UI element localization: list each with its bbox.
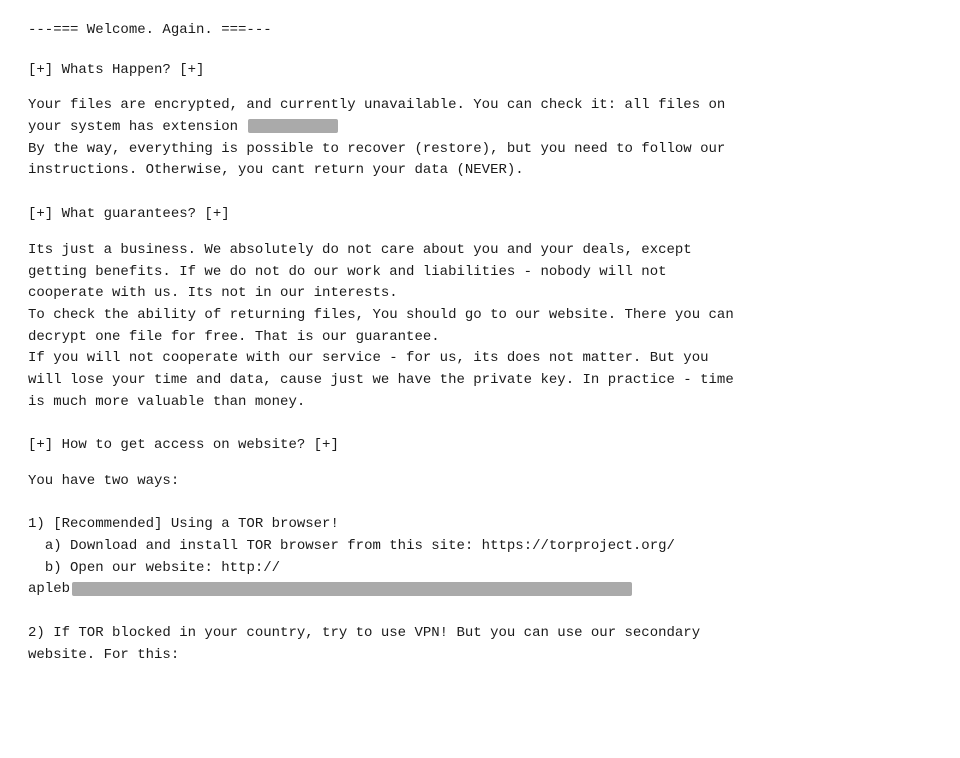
access-intro: You have two ways: bbox=[28, 473, 179, 489]
section-whats-happen: [+] Whats Happen? [+] Your files are enc… bbox=[28, 60, 932, 182]
whats-happen-body: Your files are encrypted, and currently … bbox=[28, 95, 932, 182]
guarantees-line8: is much more valuable than money. bbox=[28, 394, 305, 410]
access-onion-address: apleb bbox=[28, 581, 70, 597]
header: ---=== Welcome. Again. ===--- bbox=[28, 20, 932, 42]
redacted-extension bbox=[248, 119, 338, 133]
whats-happen-line2: your system has extension bbox=[28, 119, 246, 135]
header-text: ---=== Welcome. Again. ===--- bbox=[28, 22, 272, 38]
guarantees-line7: will lose your time and data, cause just… bbox=[28, 372, 734, 388]
main-content: ---=== Welcome. Again. ===--- [+] Whats … bbox=[28, 20, 932, 666]
whats-happen-line3: By the way, everything is possible to re… bbox=[28, 141, 725, 157]
whats-happen-line4: instructions. Otherwise, you cant return… bbox=[28, 162, 524, 178]
access-way2-line2: website. For this: bbox=[28, 647, 179, 663]
access-heading: [+] How to get access on website? [+] bbox=[28, 435, 932, 457]
access-body: You have two ways: 1) [Recommended] Usin… bbox=[28, 471, 932, 666]
guarantees-body: Its just a business. We absolutely do no… bbox=[28, 240, 932, 414]
guarantees-line6: If you will not cooperate with our servi… bbox=[28, 350, 709, 366]
guarantees-heading: [+] What guarantees? [+] bbox=[28, 204, 932, 226]
section-access: [+] How to get access on website? [+] Yo… bbox=[28, 435, 932, 666]
redacted-onion-url bbox=[72, 582, 632, 596]
section-guarantees: [+] What guarantees? [+] Its just a busi… bbox=[28, 204, 932, 413]
guarantees-line1: Its just a business. We absolutely do no… bbox=[28, 242, 692, 258]
whats-happen-heading: [+] Whats Happen? [+] bbox=[28, 60, 932, 82]
guarantees-line2: getting benefits. If we do not do our wo… bbox=[28, 264, 667, 280]
whats-happen-line1: Your files are encrypted, and currently … bbox=[28, 97, 725, 113]
access-way1-b: b) Open our website: http:// bbox=[28, 560, 280, 576]
guarantees-line3: cooperate with us. Its not in our intere… bbox=[28, 285, 398, 301]
guarantees-line5: decrypt one file for free. That is our g… bbox=[28, 329, 440, 345]
access-way2-line1: 2) If TOR blocked in your country, try t… bbox=[28, 625, 700, 641]
access-way1-a: a) Download and install TOR browser from… bbox=[28, 538, 675, 554]
guarantees-line4: To check the ability of returning files,… bbox=[28, 307, 734, 323]
access-way1-heading: 1) [Recommended] Using a TOR browser! bbox=[28, 516, 339, 532]
